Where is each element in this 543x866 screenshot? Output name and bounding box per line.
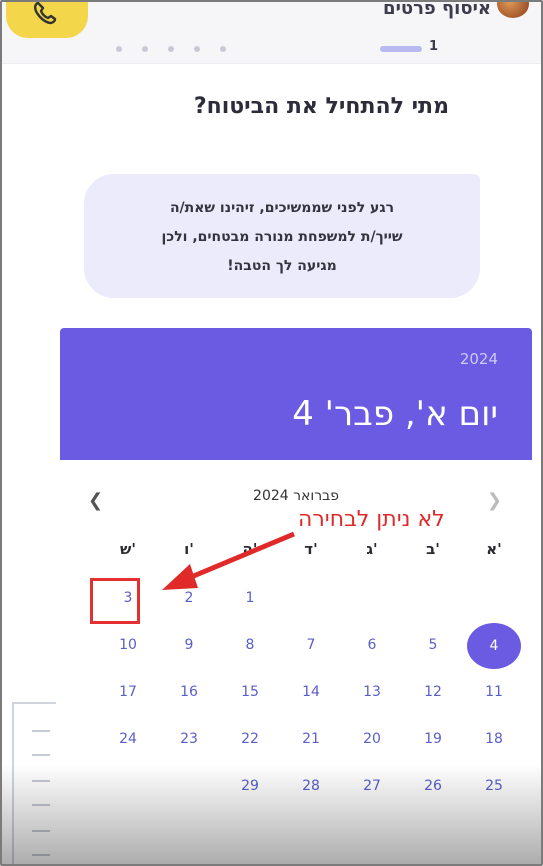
weekday-label: ש' [120,540,136,558]
weekday-label: ב' [426,540,440,558]
annotation-text: לא ניתן לבחירה [298,507,445,532]
calendar-day[interactable]: 6 [352,637,392,653]
call-button[interactable] [6,2,88,38]
brand-logo-icon [497,2,529,18]
bubble-line: רגע לפני שממשיכים, זיהינו שאת/ה [169,200,395,216]
calendar-day[interactable]: 27 [352,778,392,794]
calendar-day[interactable]: 19 [413,731,453,747]
calendar-day[interactable]: 16 [169,684,209,700]
calendar-day[interactable]: 8 [230,637,270,653]
annotation-arrow-icon [162,531,295,590]
calendar-day[interactable]: 17 [108,684,148,700]
calendar-day[interactable]: 7 [291,637,331,653]
calendar-day[interactable]: 9 [169,637,209,653]
bubble-line: מגיעה לך הטבה! [227,258,337,274]
calendar-day[interactable]: 26 [413,778,453,794]
app-frame: איסוף פרטים 1 מתי להתחיל את הביטוח? רגע … [0,0,543,866]
calendar-year[interactable]: 2024 [460,350,498,368]
calendar-day[interactable]: 21 [291,731,331,747]
calendar-day[interactable]: 18 [474,731,514,747]
weekday-label: ג' [366,540,378,558]
progress-dot [194,46,200,52]
background-ruler-decoration [12,702,56,864]
calendar-day[interactable]: 15 [230,684,270,700]
calendar-grid: ❮ פברואר 2024 ❯ א'ב'ג'ד'ה'ו'ש' 123456789… [60,460,532,864]
step-number: 1 [429,39,439,54]
calendar-day[interactable]: 5 [413,637,453,653]
step-progress: 1 [112,39,452,56]
bubble-line: שייך/ת למשפחת מנורה מבטחים, ולכן [161,229,403,245]
calendar-day-selected[interactable]: 4 [467,623,521,669]
progress-dot [116,46,122,52]
calendar-day[interactable]: 25 [474,778,514,794]
calendar-day[interactable]: 20 [352,731,392,747]
calendar-day[interactable]: 13 [352,684,392,700]
calendar-day[interactable]: 14 [291,684,331,700]
calendar-day[interactable]: 12 [413,684,453,700]
weekday-label: א' [486,540,502,558]
info-bubble: רגע לפני שממשיכים, זיהינו שאת/ה שייך/ת ל… [84,174,480,298]
progress-dot [142,46,148,52]
progress-dot [168,46,174,52]
calendar-day[interactable]: 11 [474,684,514,700]
next-month-button[interactable]: ❯ [487,490,502,511]
phone-icon [34,2,57,25]
page-title: מתי להתחיל את הביטוח? [193,94,449,119]
header-title: איסוף פרטים [383,0,491,19]
calendar-day[interactable]: 29 [230,778,270,794]
annotation-highlight-box [90,578,140,624]
calendar-day[interactable]: 22 [230,731,270,747]
top-bar: איסוף פרטים 1 [2,2,541,64]
progress-dot [220,46,226,52]
chevron-right-icon: ❯ [486,490,502,511]
calendar-day[interactable]: 24 [108,731,148,747]
calendar-day[interactable]: 28 [291,778,331,794]
calendar-day[interactable]: 23 [169,731,209,747]
progress-current-bar [380,46,422,52]
calendar-header: 2024 יום א', פבר' 4 [60,328,532,460]
calendar-selected-date: יום א', פבר' 4 [292,394,498,434]
month-label: פברואר 2024 [253,488,339,504]
calendar-day[interactable]: 10 [108,637,148,653]
